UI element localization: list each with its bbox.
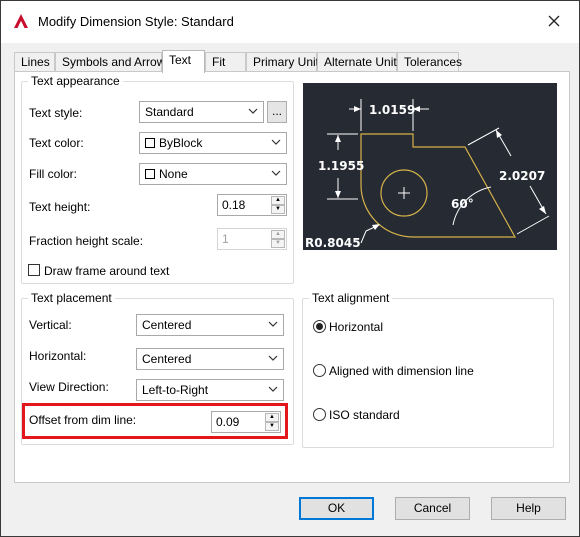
text-style-select[interactable]: Standard xyxy=(139,101,264,123)
tab-primary-units[interactable]: Primary Units xyxy=(246,52,325,72)
spin-down-icon: ▼ xyxy=(271,239,285,248)
view-direction-value: Left-to-Right xyxy=(142,383,209,397)
dim-top-text: 1.0159 xyxy=(369,103,415,117)
color-swatch-icon xyxy=(145,169,155,179)
text-height-input[interactable]: 0.18 ▲ ▼ xyxy=(217,194,287,216)
spin-up-icon: ▲ xyxy=(271,230,285,239)
radio-aligned-with-dimension-line[interactable] xyxy=(313,364,326,377)
fill-color-select[interactable]: None xyxy=(139,163,287,185)
chevron-down-icon xyxy=(268,355,278,361)
text-color-value: ByBlock xyxy=(159,136,203,150)
text-color-label: Text color: xyxy=(29,136,84,150)
horizontal-select[interactable]: Centered xyxy=(136,348,284,370)
color-swatch-icon xyxy=(145,138,155,148)
tab-fit[interactable]: Fit xyxy=(205,52,246,72)
part-outline xyxy=(360,133,517,238)
view-direction-label: View Direction: xyxy=(29,380,109,394)
tab-tolerances[interactable]: Tolerances xyxy=(397,52,462,72)
radio-horizontal[interactable] xyxy=(313,320,326,333)
preview-drawing: 1.0159 1.1955 2.0207 60° R0.8045 xyxy=(305,99,550,250)
text-style-label: Text style: xyxy=(29,106,83,120)
text-color-select[interactable]: ByBlock xyxy=(139,132,287,154)
autocad-logo-icon xyxy=(14,14,28,28)
spinner-arrows: ▲ ▼ xyxy=(271,230,285,248)
tab-symbols-and-arrows[interactable]: Symbols and Arrows xyxy=(55,52,171,72)
radio-iso-standard[interactable] xyxy=(313,408,326,421)
modify-dimension-style-dialog: Modify Dimension Style: Standard Lines S… xyxy=(0,0,580,537)
fraction-height-label: Fraction height scale: xyxy=(29,234,144,248)
tab-alternate-units[interactable]: Alternate Units xyxy=(317,52,403,72)
text-appearance-heading: Text appearance xyxy=(28,74,123,88)
fill-color-value: None xyxy=(159,167,188,181)
draw-frame-label: Draw frame around text xyxy=(44,264,170,278)
spin-down-icon[interactable]: ▼ xyxy=(271,205,285,214)
browse-text-style-button[interactable]: ... xyxy=(267,101,287,123)
cancel-button[interactable]: Cancel xyxy=(395,497,470,520)
dim-radius-text: R0.8045 xyxy=(305,236,361,250)
horizontal-value: Centered xyxy=(142,352,192,366)
text-style-value: Standard xyxy=(145,105,194,119)
fraction-height-input[interactable]: 1 ▲ ▼ xyxy=(217,228,287,250)
vertical-value: Centered xyxy=(142,318,192,332)
text-alignment-heading: Text alignment xyxy=(309,291,393,305)
dim-angle-text: 60° xyxy=(451,197,474,211)
title-bar: Modify Dimension Style: Standard xyxy=(1,1,579,43)
close-icon[interactable] xyxy=(546,13,562,29)
vertical-select[interactable]: Centered xyxy=(136,314,284,336)
dimension-preview: 1.0159 1.1955 2.0207 60° R0.8045 xyxy=(303,83,557,250)
window-title: Modify Dimension Style: Standard xyxy=(38,14,234,29)
chevron-down-icon xyxy=(271,139,281,145)
radio-aligned-label: Aligned with dimension line xyxy=(329,364,474,378)
fraction-height-value: 1 xyxy=(222,232,229,246)
ok-button[interactable]: OK xyxy=(299,497,374,520)
tab-text[interactable]: Text xyxy=(162,50,205,73)
text-height-label: Text height: xyxy=(29,200,91,214)
dim-right-text: 2.0207 xyxy=(499,169,545,183)
radio-horizontal-label: Horizontal xyxy=(329,320,384,334)
offset-highlight-box xyxy=(22,403,288,439)
spin-up-icon[interactable]: ▲ xyxy=(271,196,285,205)
help-button[interactable]: Help xyxy=(491,497,566,520)
vertical-label: Vertical: xyxy=(29,318,72,332)
spinner-arrows[interactable]: ▲ ▼ xyxy=(271,196,285,214)
radio-iso-label: ISO standard xyxy=(329,408,400,422)
tab-lines[interactable]: Lines xyxy=(14,52,55,72)
text-placement-heading: Text placement xyxy=(28,291,115,305)
draw-frame-checkbox[interactable] xyxy=(28,264,40,276)
fill-color-label: Fill color: xyxy=(29,167,78,181)
text-height-value: 0.18 xyxy=(222,198,246,212)
chevron-down-icon xyxy=(271,170,281,176)
chevron-down-icon xyxy=(268,386,278,392)
horizontal-label: Horizontal: xyxy=(29,349,87,363)
chevron-down-icon xyxy=(268,321,278,327)
view-direction-select[interactable]: Left-to-Right xyxy=(136,379,284,401)
chevron-down-icon xyxy=(248,108,258,114)
dim-left-text: 1.1955 xyxy=(318,159,364,173)
